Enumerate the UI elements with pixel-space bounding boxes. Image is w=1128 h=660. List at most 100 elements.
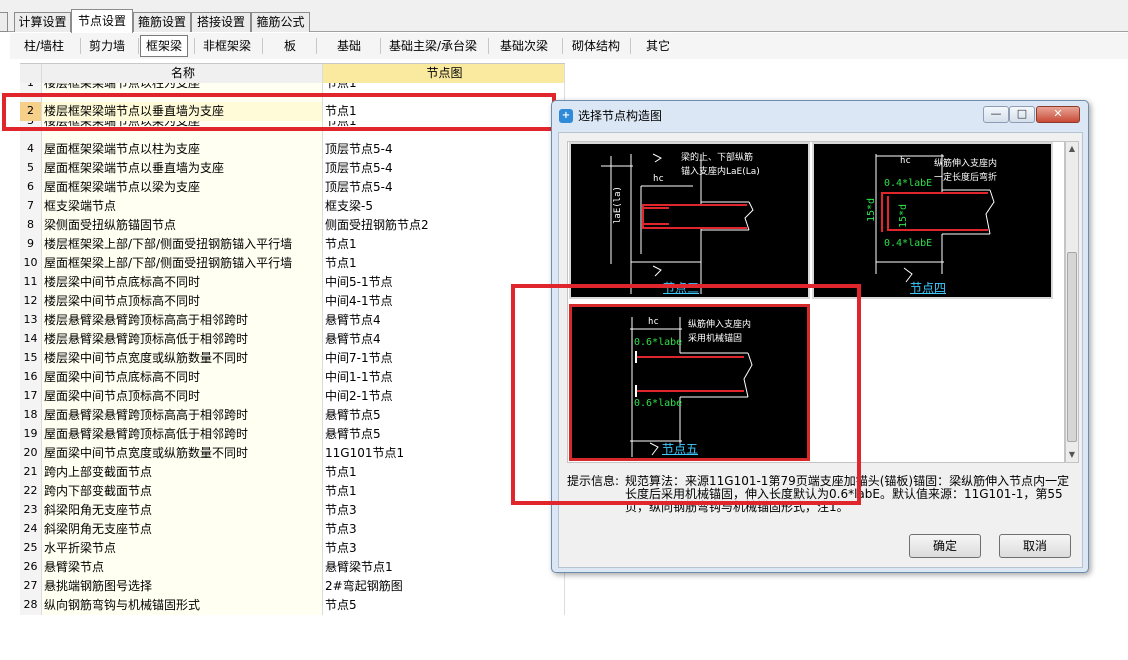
node-diagram-cell[interactable]: 顶层节点5-4 [323, 159, 565, 178]
subtab-slab[interactable]: 板 [270, 35, 310, 57]
table-row[interactable]: 7 框支梁端节点 框支梁-5 [20, 197, 565, 216]
node-diagram-cell[interactable]: 节点3 [323, 520, 565, 539]
node-name-cell[interactable]: 屋面框架梁端节点以柱为支座 [42, 140, 323, 159]
subtab-frame-beam[interactable]: 框架梁 [140, 35, 188, 57]
table-row[interactable]: 13 楼层悬臂梁悬臂跨顶标高高于相邻跨时 悬臂节点4 [20, 311, 565, 330]
table-row[interactable]: 12 楼层梁中间节点顶标高不同时 中间4-1节点 [20, 292, 565, 311]
table-row[interactable]: 26 悬臂梁节点 悬臂梁节点1 [20, 558, 565, 577]
ok-button[interactable]: 确定 [909, 534, 981, 558]
cancel-button[interactable]: 取消 [999, 534, 1071, 558]
row-number: 5 [20, 159, 42, 178]
table-row[interactable]: 19 屋面悬臂梁悬臂跨顶标高低于相邻跨时 悬臂节点5 [20, 425, 565, 444]
node-diagram-cell[interactable]: 节点5 [323, 596, 565, 615]
table-row[interactable]: 4 屋面框架梁端节点以柱为支座 顶层节点5-4 [20, 140, 565, 159]
table-row[interactable]: 6 屋面框架梁端节点以梁为支座 顶层节点5-4 [20, 178, 565, 197]
table-row[interactable]: 22 跨内下部变截面节点 节点1 [20, 482, 565, 501]
node-thumbnail-3[interactable]: 梁的上、下部纵筋 锚入支座内LaE(La) hc laE(la) 节点三 [569, 142, 810, 299]
node-diagram-cell[interactable]: 侧面受扭钢筋节点2 [323, 216, 565, 235]
node-diagram-cell[interactable]: 框支梁-5 [323, 197, 565, 216]
node-diagram-cell[interactable]: 2#弯起钢筋图 [323, 577, 565, 596]
node-name-cell[interactable]: 屋面框架梁上部/下部/侧面受扭钢筋锚入平行墙 [42, 254, 323, 273]
row-number: 27 [20, 577, 42, 596]
row-number: 13 [20, 311, 42, 330]
node-diagram-cell[interactable]: 节点3 [323, 539, 565, 558]
table-row[interactable]: 14 楼层悬臂梁悬臂跨顶标高低于相邻跨时 悬臂节点4 [20, 330, 565, 349]
node-name-cell[interactable]: 楼层框架梁上部/下部/侧面受扭钢筋锚入平行墙 [42, 235, 323, 254]
row-number: 10 [20, 254, 42, 273]
node-name-cell[interactable]: 斜梁阴角无支座节点 [42, 520, 323, 539]
node-name-cell[interactable]: 斜梁阳角无支座节点 [42, 501, 323, 520]
table-row[interactable]: 23 斜梁阳角无支座节点 节点3 [20, 501, 565, 520]
row-number: 17 [20, 387, 42, 406]
column-header-name[interactable]: 名称 [42, 64, 323, 83]
tab-node-settings[interactable]: 节点设置 [71, 9, 133, 33]
node-diagram-cell[interactable]: 节点1 [323, 254, 565, 273]
node-name-cell[interactable]: 水平折梁节点 [42, 539, 323, 558]
node-name-cell[interactable]: 屋面梁中间节点顶标高不同时 [42, 387, 323, 406]
node-name-cell[interactable]: 楼层梁中间节点宽度或纵筋数量不同时 [42, 349, 323, 368]
node-name-cell[interactable]: 跨内下部变截面节点 [42, 482, 323, 501]
subtab-foundation-main-beam[interactable]: 基础主梁/承台梁 [384, 35, 482, 57]
table-row[interactable]: 10 屋面框架梁上部/下部/侧面受扭钢筋锚入平行墙 节点1 [20, 254, 565, 273]
node-3-note-1: 梁的上、下部纵筋 [681, 153, 754, 163]
subtab-shear-wall[interactable]: 剪力墙 [82, 35, 132, 57]
node-name-cell[interactable]: 屋面悬臂梁悬臂跨顶标高高于相邻跨时 [42, 406, 323, 425]
thumbnail-scrollbar[interactable]: ▲ ▼ [1065, 141, 1079, 463]
node-name-cell[interactable]: 跨内上部变截面节点 [42, 463, 323, 482]
node-name-cell[interactable]: 楼层梁中间节点底标高不同时 [42, 273, 323, 292]
separator [138, 38, 139, 54]
table-row[interactable]: 20 屋面梁中间节点宽度或纵筋数量不同时 11G101节点1 [20, 444, 565, 463]
table-row[interactable]: 16 屋面梁中间节点底标高不同时 中间1-1节点 [20, 368, 565, 387]
tab-stirrup-settings[interactable]: 箍筋设置 [133, 12, 191, 32]
table-row[interactable]: 9 楼层框架梁上部/下部/侧面受扭钢筋锚入平行墙 节点1 [20, 235, 565, 254]
row-number: 18 [20, 406, 42, 425]
subtab-masonry[interactable]: 砌体结构 [566, 35, 626, 57]
node-name-cell[interactable]: 屋面悬臂梁悬臂跨顶标高低于相邻跨时 [42, 425, 323, 444]
node-name-cell[interactable]: 悬臂梁节点 [42, 558, 323, 577]
table-row[interactable]: 17 屋面梁中间节点顶标高不同时 中间2-1节点 [20, 387, 565, 406]
table-row[interactable]: 8 梁侧面受扭纵筋锚固节点 侧面受扭钢筋节点2 [20, 216, 565, 235]
node-name-cell[interactable]: 屋面框架梁端节点以梁为支座 [42, 178, 323, 197]
scrollbar-thumb[interactable] [1067, 252, 1077, 442]
node-thumbnail-4[interactable]: hc 纵筋伸入支座内 一定长度后弯折 0.4*labE 0.4*labE 15*… [812, 142, 1053, 299]
grid-body: 1 楼层框架梁端节点以柱为支座 节点1 2 楼层框架梁端节点以垂直墙为支座 节点1 3 楼层框… [20, 83, 565, 615]
node-name-cell[interactable]: 楼层梁中间节点顶标高不同时 [42, 292, 323, 311]
node-name-cell[interactable]: 梁侧面受扭纵筋锚固节点 [42, 216, 323, 235]
node-diagram-cell[interactable]: 顶层节点5-4 [323, 178, 565, 197]
close-icon[interactable]: ✕ [1036, 106, 1080, 123]
subtab-column-wall-column[interactable]: 柱/墙柱 [12, 35, 76, 57]
node-name-cell[interactable]: 纵向钢筋弯钩与机械锚固形式 [42, 596, 323, 615]
node-name-cell[interactable]: 框支梁端节点 [42, 197, 323, 216]
node-name-cell[interactable]: 屋面梁中间节点宽度或纵筋数量不同时 [42, 444, 323, 463]
table-row[interactable]: 21 跨内上部变截面节点 节点1 [20, 463, 565, 482]
node-4-dim-hc: hc [900, 156, 911, 166]
table-row[interactable]: 11 楼层梁中间节点底标高不同时 中间5-1节点 [20, 273, 565, 292]
node-diagram-cell[interactable]: 悬臂梁节点1 [323, 558, 565, 577]
table-row[interactable]: 28 纵向钢筋弯钩与机械锚固形式 节点5 [20, 596, 565, 615]
subtab-foundation-secondary-beam[interactable]: 基础次梁 [492, 35, 556, 57]
node-name-cell[interactable]: 楼层悬臂梁悬臂跨顶标高低于相邻跨时 [42, 330, 323, 349]
table-row[interactable]: 25 水平折梁节点 节点3 [20, 539, 565, 558]
subtab-other[interactable]: 其它 [634, 35, 682, 57]
scroll-up-icon[interactable]: ▲ [1066, 142, 1078, 156]
table-row[interactable]: 15 楼层梁中间节点宽度或纵筋数量不同时 中间7-1节点 [20, 349, 565, 368]
table-row[interactable]: 24 斜梁阴角无支座节点 节点3 [20, 520, 565, 539]
tab-stirrup-formula[interactable]: 箍筋公式 [251, 12, 310, 32]
maximize-icon[interactable]: □ [1009, 106, 1035, 123]
node-name-cell[interactable]: 楼层悬臂梁悬臂跨顶标高高于相邻跨时 [42, 311, 323, 330]
column-header-node[interactable]: 节点图 [323, 64, 565, 83]
table-row[interactable]: 5 屋面框架梁端节点以垂直墙为支座 顶层节点5-4 [20, 159, 565, 178]
node-diagram-cell[interactable]: 顶层节点5-4 [323, 140, 565, 159]
scroll-down-icon[interactable]: ▼ [1066, 448, 1078, 462]
node-diagram-cell[interactable]: 节点1 [323, 235, 565, 254]
tab-calc-settings[interactable]: 计算设置 [14, 12, 71, 32]
node-name-cell[interactable]: 悬挑端钢筋图号选择 [42, 577, 323, 596]
minimize-icon[interactable]: — [983, 106, 1009, 123]
subtab-foundation[interactable]: 基础 [324, 35, 374, 57]
table-row[interactable]: 18 屋面悬臂梁悬臂跨顶标高高于相邻跨时 悬臂节点5 [20, 406, 565, 425]
tab-lap-settings[interactable]: 搭接设置 [191, 12, 251, 32]
subtab-non-frame-beam[interactable]: 非框架梁 [196, 35, 258, 57]
node-name-cell[interactable]: 屋面框架梁端节点以垂直墙为支座 [42, 159, 323, 178]
node-name-cell[interactable]: 屋面梁中间节点底标高不同时 [42, 368, 323, 387]
table-row[interactable]: 27 悬挑端钢筋图号选择 2#弯起钢筋图 [20, 577, 565, 596]
